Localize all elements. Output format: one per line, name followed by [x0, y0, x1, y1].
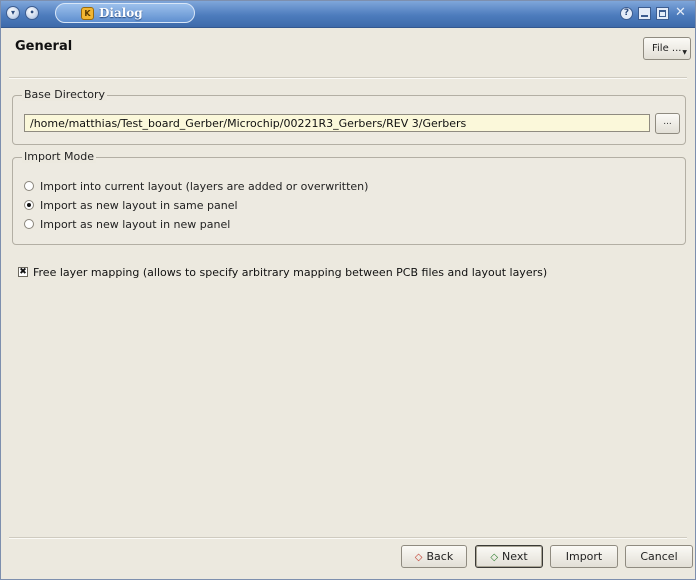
- dropdown-arrow-icon: ▼: [682, 49, 687, 56]
- minimize-icon[interactable]: [638, 7, 651, 20]
- base-directory-input[interactable]: /home/matthias/Test_board_Gerber/Microch…: [24, 114, 650, 132]
- import-mode-group: Import Mode Import into current layout (…: [12, 150, 686, 245]
- help-icon[interactable]: ?: [620, 7, 633, 20]
- dialog-window: ▾ • K Dialog ? ✕ General File ... ▼ Base…: [0, 0, 696, 580]
- radio-label: Import as new layout in new panel: [40, 217, 231, 231]
- next-button[interactable]: ◇ Next: [475, 545, 543, 568]
- window-menu-icon[interactable]: ▾: [6, 6, 20, 20]
- window-title: Dialog: [99, 6, 143, 20]
- radio-import-new-layout-new-panel[interactable]: Import as new layout in new panel: [24, 216, 230, 232]
- browse-button[interactable]: ...: [655, 113, 680, 134]
- header-separator: [9, 77, 687, 79]
- page-title: General: [15, 39, 73, 54]
- radio-button-selected[interactable]: [24, 200, 34, 210]
- footer-separator: [9, 537, 687, 539]
- app-icon: K: [81, 7, 94, 20]
- free-layer-mapping-checkbox[interactable]: ✖: [18, 267, 28, 277]
- free-layer-mapping-label[interactable]: Free layer mapping (allows to specify ar…: [33, 266, 547, 279]
- next-arrow-icon: ◇: [490, 552, 499, 563]
- cancel-button[interactable]: Cancel: [625, 545, 693, 568]
- radio-button[interactable]: [24, 219, 34, 229]
- maximize-icon[interactable]: [656, 7, 669, 20]
- close-icon[interactable]: ✕: [674, 6, 687, 20]
- radio-label: Import as new layout in same panel: [40, 198, 238, 212]
- back-label: Back: [426, 550, 454, 563]
- radio-label: Import into current layout (layers are a…: [40, 179, 369, 193]
- title-bar[interactable]: ▾ • K Dialog ? ✕: [1, 1, 695, 28]
- import-button[interactable]: Import: [550, 545, 618, 568]
- radio-button[interactable]: [24, 181, 34, 191]
- file-button-label: File ...: [652, 43, 682, 54]
- back-button[interactable]: ◇ Back: [401, 545, 467, 568]
- base-directory-group: Base Directory /home/matthias/Test_board…: [12, 88, 686, 145]
- back-arrow-icon: ◇: [414, 552, 423, 563]
- import-mode-label: Import Mode: [22, 150, 96, 163]
- sticky-icon[interactable]: •: [25, 6, 39, 20]
- base-directory-label: Base Directory: [22, 88, 107, 101]
- radio-import-new-layout-same-panel[interactable]: Import as new layout in same panel: [24, 197, 238, 213]
- file-menu-button[interactable]: File ... ▼: [643, 37, 691, 60]
- radio-import-current-layout[interactable]: Import into current layout (layers are a…: [24, 178, 368, 194]
- next-label: Next: [502, 550, 528, 563]
